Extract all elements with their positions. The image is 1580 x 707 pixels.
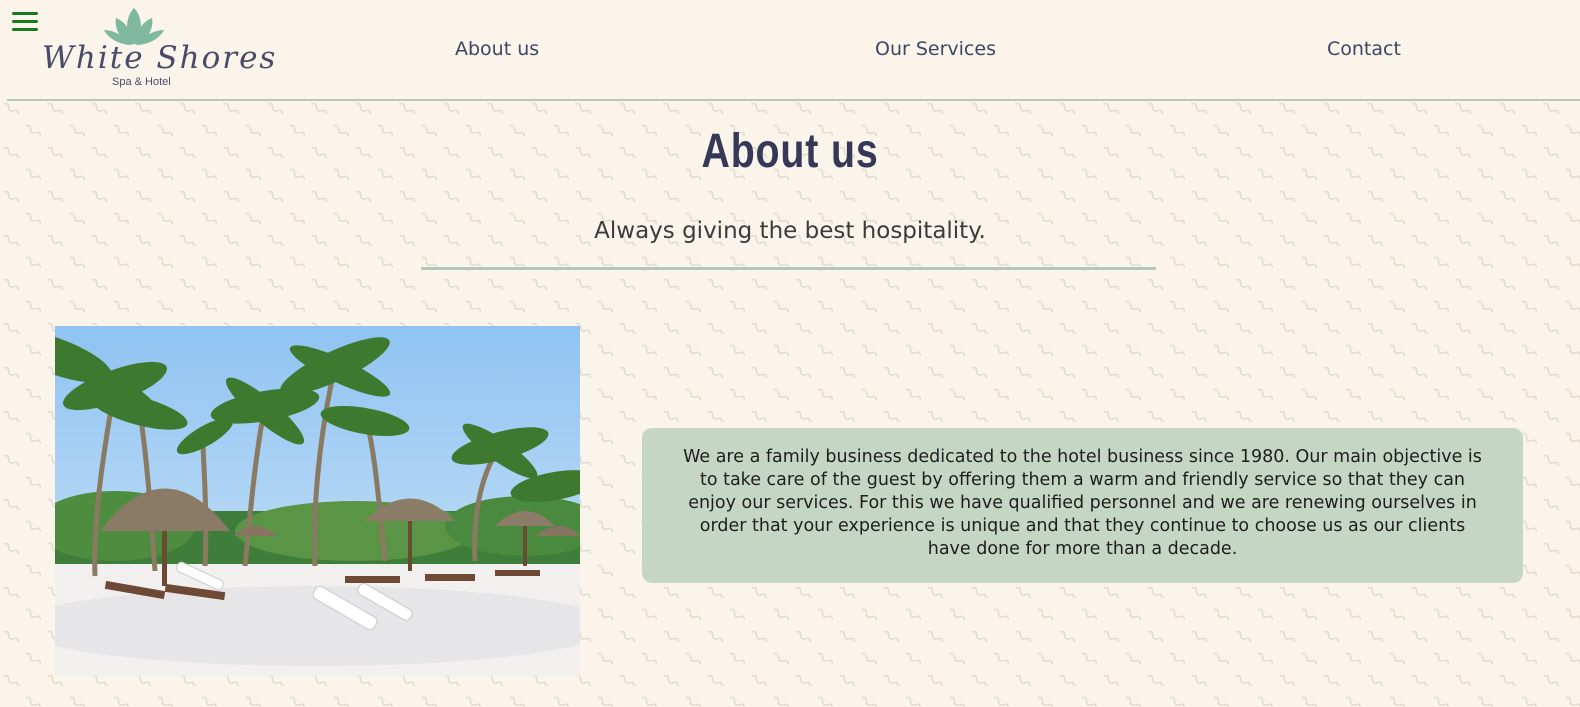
- about-description-box: We are a family business dedicated to th…: [642, 428, 1523, 583]
- about-description: We are a family business dedicated to th…: [683, 447, 1482, 559]
- nav-link-about-us[interactable]: About us: [455, 38, 539, 60]
- nav-link-our-services[interactable]: Our Services: [875, 38, 996, 60]
- page-title: About us: [701, 125, 879, 178]
- section-divider: [421, 267, 1156, 270]
- logo-text: White Shores: [42, 40, 278, 76]
- hamburger-menu-icon[interactable]: [12, 12, 38, 34]
- site-header: White Shores Spa & Hotel About us Our Se…: [0, 0, 1580, 101]
- logo-subtitle: Spa & Hotel: [112, 76, 171, 88]
- site-logo[interactable]: White Shores Spa & Hotel: [38, 6, 275, 94]
- beach-resort-photo: [55, 326, 580, 676]
- nav-link-contact[interactable]: Contact: [1327, 38, 1401, 60]
- header-divider: [7, 99, 1580, 101]
- page-subtitle: Always giving the best hospitality.: [594, 218, 986, 244]
